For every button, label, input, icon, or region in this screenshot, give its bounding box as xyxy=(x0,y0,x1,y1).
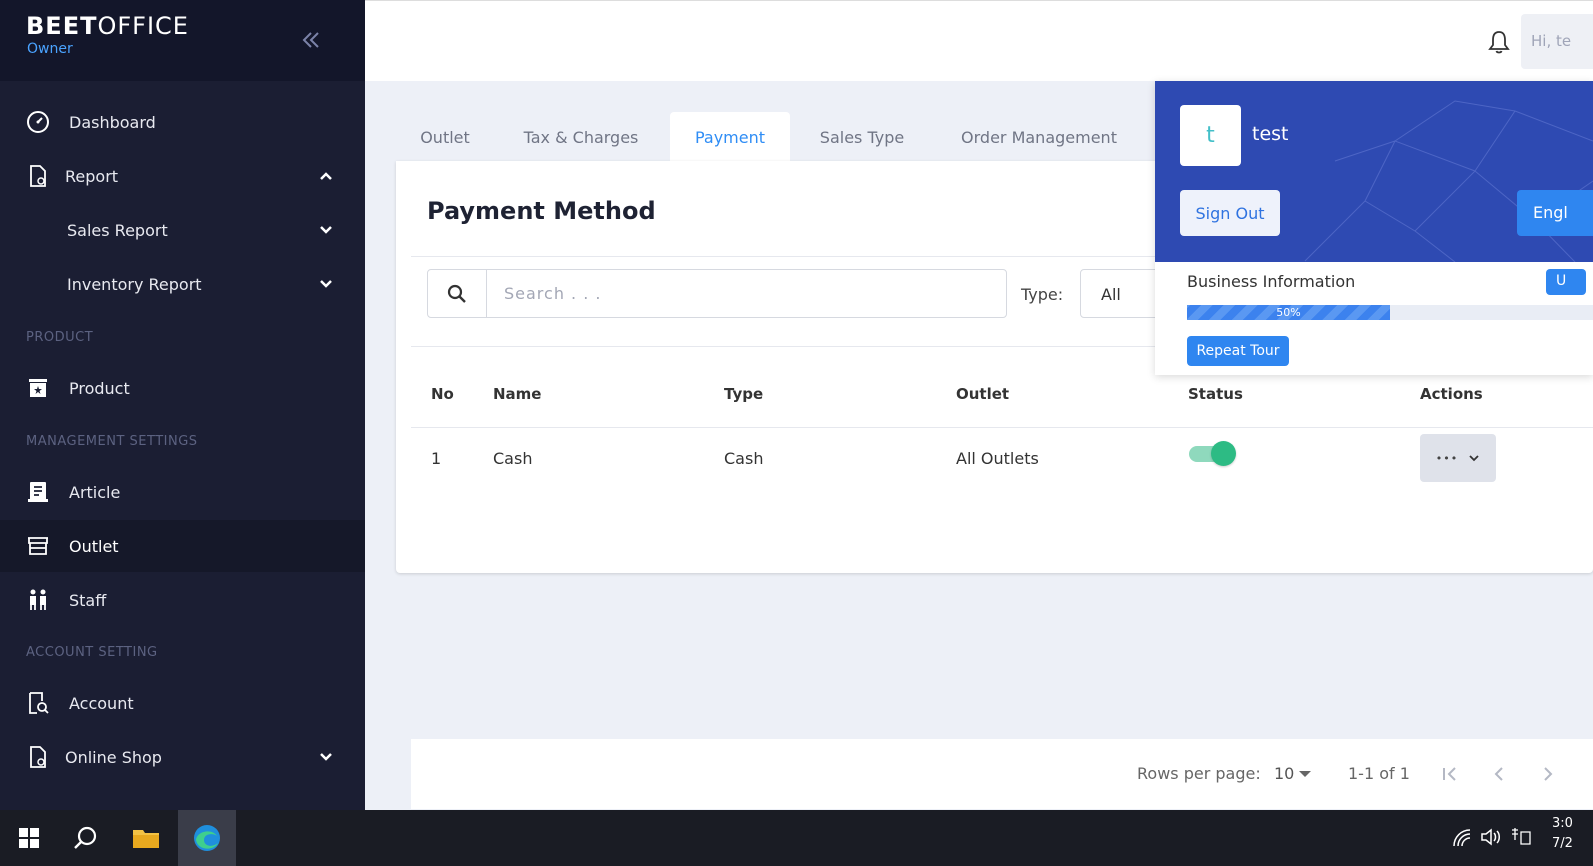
repeat-tour-button[interactable]: Repeat Tour xyxy=(1187,336,1289,366)
first-page-icon[interactable] xyxy=(1438,762,1462,786)
user-name: test xyxy=(1252,123,1289,145)
network-icon[interactable] xyxy=(1452,826,1472,850)
business-information-button[interactable]: U xyxy=(1546,269,1586,295)
product-box-icon xyxy=(26,376,50,400)
sidebar-item-article[interactable]: Article xyxy=(0,466,365,518)
sidebar-item-label: Online Shop xyxy=(65,747,162,767)
column-header-type: Type xyxy=(724,385,764,403)
file-explorer-icon[interactable] xyxy=(117,810,175,866)
sidebar-item-label: Sales Report xyxy=(67,220,168,240)
business-information-label: Business Information xyxy=(1187,272,1356,291)
progress-fill: 50% xyxy=(1187,305,1390,320)
sidebar-item-staff[interactable]: Staff xyxy=(0,574,365,626)
sidebar-item-label: Account xyxy=(69,693,134,713)
windows-taskbar: 3:0 7/2 xyxy=(0,810,1593,866)
caret-down-icon xyxy=(1299,771,1311,777)
sidebar-item-label: Inventory Report xyxy=(67,274,202,294)
sidebar-item-label: Dashboard xyxy=(69,112,156,132)
brand-logo: BEETOFFICE xyxy=(26,12,189,40)
report-document-icon xyxy=(26,164,50,188)
sidebar: BEETOFFICE Owner Dashboard Report Sales … xyxy=(0,0,365,810)
edge-browser-icon[interactable] xyxy=(178,810,236,866)
next-page-icon[interactable] xyxy=(1536,762,1560,786)
system-clock[interactable]: 3:0 7/2 xyxy=(1552,814,1573,854)
online-shop-icon xyxy=(26,745,50,769)
chevron-down-icon xyxy=(318,222,334,238)
sidebar-item-label: Article xyxy=(69,482,121,502)
tab-sales-type[interactable]: Sales Type xyxy=(804,112,920,162)
chevron-up-icon xyxy=(318,168,334,184)
section-product: PRODUCT xyxy=(26,330,94,345)
section-management-settings: MANAGEMENT SETTINGS xyxy=(26,434,198,449)
dashboard-gauge-icon xyxy=(26,110,50,134)
collapse-sidebar-icon[interactable] xyxy=(298,27,324,53)
business-info-progress: 50% xyxy=(1187,305,1593,320)
avatar: t xyxy=(1180,105,1241,166)
sidebar-item-label: Report xyxy=(65,166,119,186)
sidebar-header: BEETOFFICE Owner xyxy=(0,0,365,81)
tab-tax-charges[interactable]: Tax & Charges xyxy=(508,112,654,162)
sidebar-item-account[interactable]: Account xyxy=(0,677,365,729)
row-actions-button[interactable]: ••• xyxy=(1420,434,1496,482)
chevron-down-icon xyxy=(318,276,334,292)
sidebar-item-inventory-report[interactable]: Inventory Report xyxy=(0,258,365,310)
sidebar-item-sales-report[interactable]: Sales Report xyxy=(0,204,365,256)
chevron-down-icon xyxy=(318,749,334,765)
article-icon xyxy=(26,480,50,504)
column-header-status: Status xyxy=(1188,385,1243,403)
account-search-icon xyxy=(26,691,50,715)
ime-language-icon[interactable] xyxy=(1509,826,1531,850)
cell-outlet: All Outlets xyxy=(956,449,1039,468)
sidebar-item-outlet[interactable]: Outlet xyxy=(0,520,365,572)
page-title: Payment Method xyxy=(427,197,656,225)
user-dropdown-panel: t test Sign Out Engl Business Informatio… xyxy=(1155,81,1593,375)
more-dots-icon: ••• xyxy=(1435,451,1459,465)
tab-payment[interactable]: Payment xyxy=(670,112,790,162)
sidebar-item-label: Outlet xyxy=(69,536,119,556)
sign-out-button[interactable]: Sign Out xyxy=(1180,190,1280,236)
chevron-down-icon xyxy=(1469,455,1479,462)
volume-icon[interactable] xyxy=(1480,826,1502,850)
cell-type: Cash xyxy=(724,449,764,468)
column-header-no: No xyxy=(431,385,454,403)
divider xyxy=(411,427,1593,428)
sidebar-item-product[interactable]: Product xyxy=(0,362,365,414)
search-icon[interactable] xyxy=(428,270,487,317)
pagination-footer: Rows per page: 10 1-1 of 1 xyxy=(411,739,1593,809)
clock-date: 7/2 xyxy=(1552,836,1573,851)
pagination-range: 1-1 of 1 xyxy=(1348,764,1410,783)
windows-start-icon[interactable] xyxy=(0,810,58,866)
user-greeting-button[interactable]: Hi, te xyxy=(1521,14,1593,69)
sidebar-item-online-shop[interactable]: Online Shop xyxy=(0,731,365,783)
user-panel-header: t test Sign Out Engl xyxy=(1155,81,1593,262)
user-role: Owner xyxy=(27,41,73,57)
search-icon[interactable] xyxy=(56,810,114,866)
prev-page-icon[interactable] xyxy=(1487,762,1511,786)
sidebar-item-report[interactable]: Report xyxy=(0,150,365,202)
column-header-outlet: Outlet xyxy=(956,385,1010,403)
outlet-store-icon xyxy=(26,534,50,558)
section-account-setting: ACCOUNT SETTING xyxy=(26,645,158,660)
status-toggle[interactable] xyxy=(1189,441,1236,466)
column-header-name: Name xyxy=(493,385,542,403)
language-button[interactable]: Engl xyxy=(1517,190,1593,236)
search-box xyxy=(427,269,1007,318)
tab-outlet[interactable]: Outlet xyxy=(396,112,494,162)
column-header-actions: Actions xyxy=(1420,385,1483,403)
rows-per-page-label: Rows per page: xyxy=(1137,764,1261,783)
top-bar: Hi, te xyxy=(365,0,1593,81)
cell-no: 1 xyxy=(431,449,442,468)
rows-per-page-select[interactable]: 10 xyxy=(1274,764,1294,783)
staff-people-icon xyxy=(26,588,50,612)
toggle-knob xyxy=(1211,441,1236,466)
sidebar-item-label: Product xyxy=(69,378,130,398)
clock-time: 3:0 xyxy=(1552,816,1573,831)
cell-name: Cash xyxy=(493,449,533,468)
sidebar-item-label: Staff xyxy=(69,590,107,610)
search-input[interactable] xyxy=(488,270,1003,317)
type-label: Type: xyxy=(1021,285,1064,304)
tab-order-management[interactable]: Order Management xyxy=(944,112,1134,162)
notification-bell-icon[interactable] xyxy=(1487,29,1511,55)
sidebar-item-dashboard[interactable]: Dashboard xyxy=(0,96,365,148)
